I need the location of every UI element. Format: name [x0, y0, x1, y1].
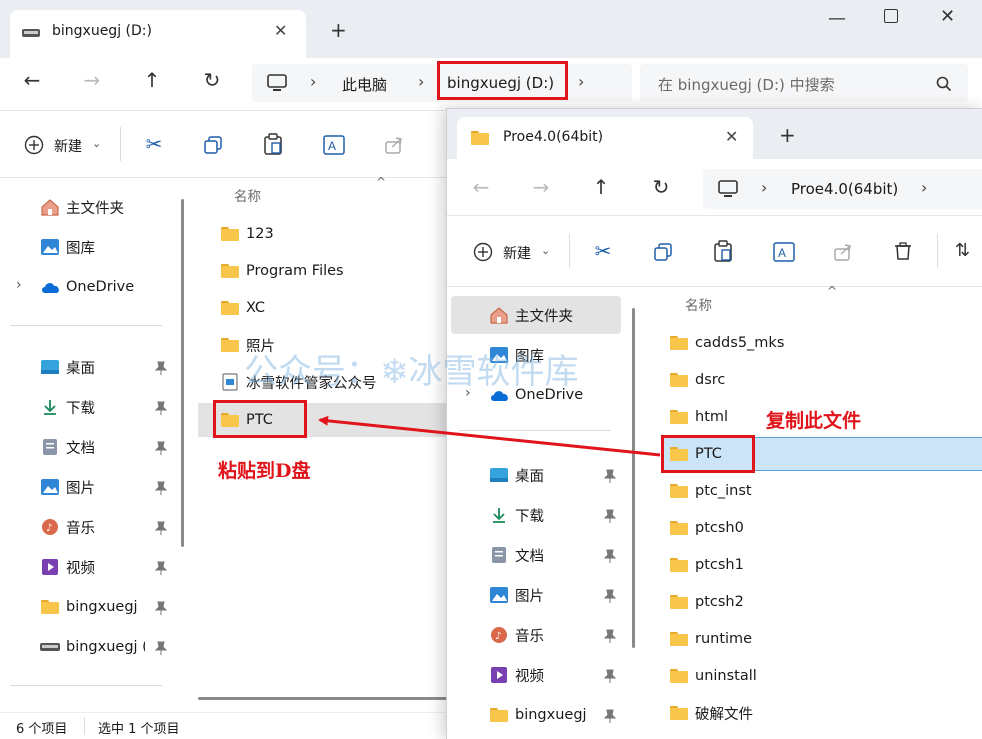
annotation-paste-to-d: 粘贴到D盘 — [218, 460, 311, 482]
watermark-text: 公众号：❄冰雪软件库 — [244, 352, 579, 392]
annotation-copy-this-file: 复制此文件 — [766, 410, 862, 432]
